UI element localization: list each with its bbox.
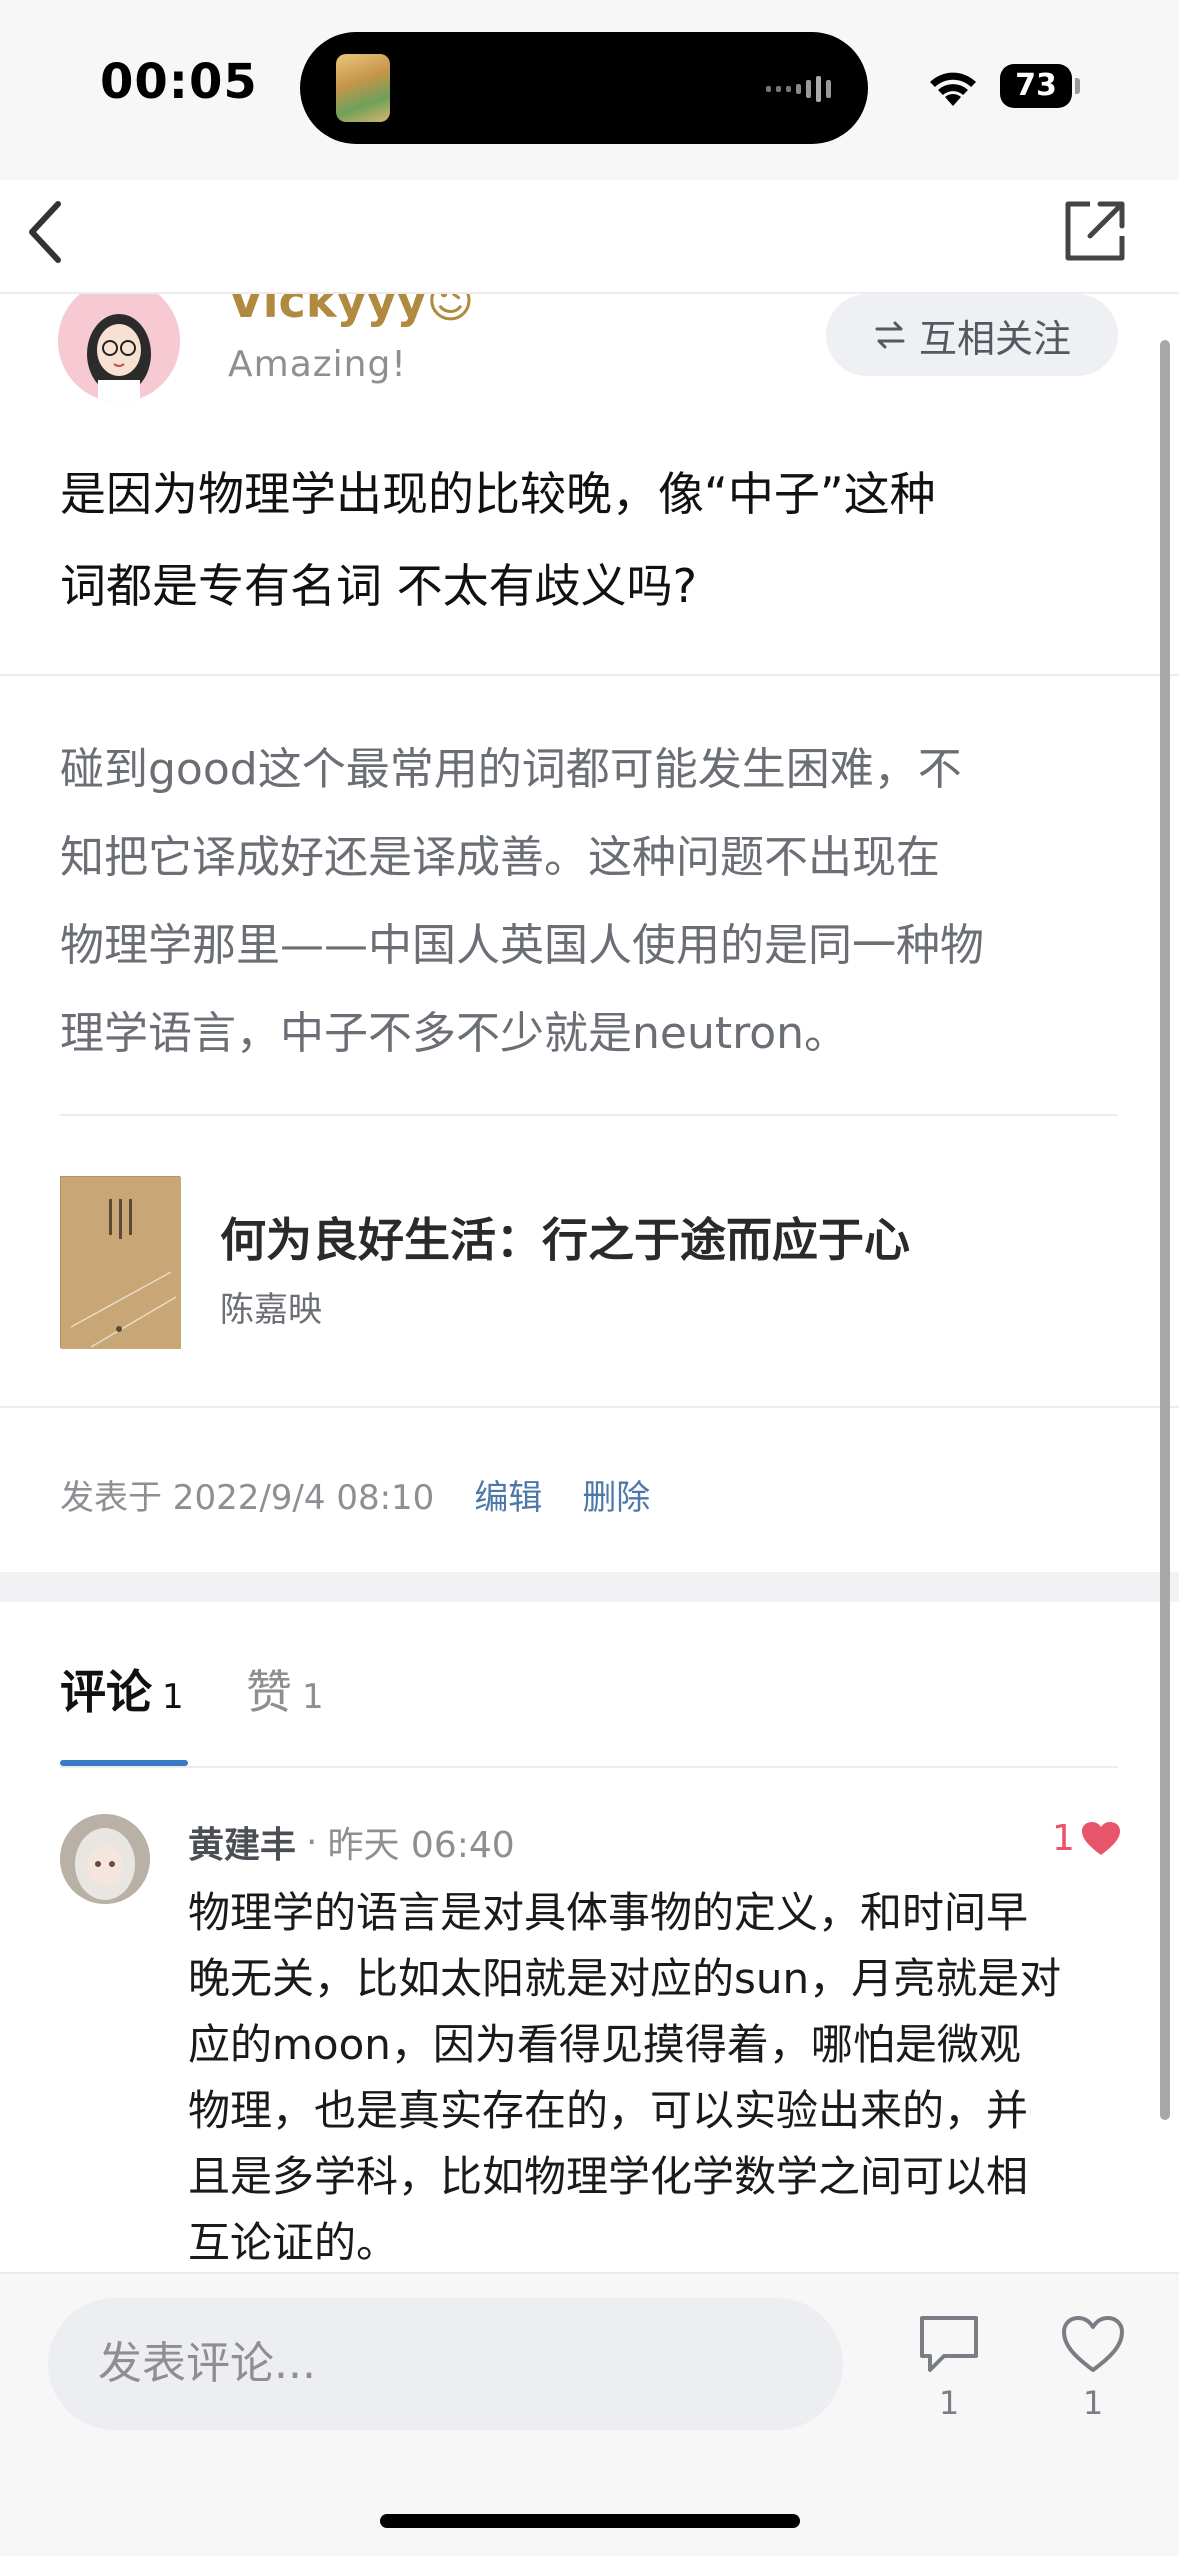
audio-waveform-icon	[766, 76, 831, 102]
book-title[interactable]: 何为良好生活：行之于途而应于心	[220, 1204, 910, 1270]
comment-input[interactable]: 发表评论...	[48, 2298, 843, 2430]
swap-arrows-icon	[875, 321, 905, 349]
comment-like-count: 1	[1052, 1818, 1075, 1859]
scrollbar[interactable]	[1160, 340, 1170, 2120]
book-divider	[0, 1406, 1179, 1408]
like-count: 1	[1082, 2384, 1104, 2422]
question-line: 是因为物理学出现的比较晚，像“中子”这种	[60, 467, 936, 521]
comment-header: 黄建丰 · 昨天 06:40	[188, 1816, 515, 1868]
back-chevron-icon[interactable]	[18, 192, 78, 272]
comment-time: 昨天 06:40	[327, 1825, 515, 1866]
tab-comments-label: 评论	[60, 1665, 152, 1719]
tab-likes-count: 1	[302, 1677, 324, 1717]
quote-line: 碰到good这个最常用的词都可能发生困难，不	[60, 744, 962, 795]
heart-outline-icon[interactable]	[1058, 2312, 1128, 2376]
commenter-avatar[interactable]	[60, 1814, 150, 1904]
dynamic-island[interactable]	[300, 32, 868, 144]
tab-comments[interactable]: 评论 1	[60, 1656, 184, 1722]
battery-indicator: 73	[1000, 64, 1080, 108]
quote-line: 理学语言，中子不多不少就是neutron。	[60, 1008, 849, 1059]
author-avatar[interactable]	[58, 294, 180, 402]
author-signature: Amazing!	[228, 344, 407, 385]
question-line: 词都是专有名词 不太有歧义吗?	[60, 559, 698, 613]
tab-likes[interactable]: 赞1	[246, 1656, 324, 1722]
comment-line: 且是多学科，比如物理学化学数学之间可以相	[188, 2152, 1029, 2201]
section-divider	[0, 674, 1179, 676]
battery-level: 73	[1015, 68, 1057, 103]
book-author[interactable]: 陈嘉映	[220, 1282, 322, 1331]
comment-line: 互论证的。	[188, 2218, 399, 2267]
book-cover[interactable]	[60, 1176, 181, 1349]
post-meta: 发表于 2022/9/4 08:10 编辑 删除	[60, 1470, 650, 1519]
comment-separator: ·	[306, 1821, 318, 1863]
comment-count: 1	[938, 2384, 960, 2422]
quote-line: 物理学那里——中国人英国人使用的是同一种物	[60, 920, 984, 971]
tab-likes-label: 赞	[246, 1665, 292, 1719]
tabs-divider	[60, 1766, 1118, 1768]
author-avatar-illustration	[58, 294, 180, 402]
comment-line: 物理学的语言是对具体事物的定义，和时间早	[188, 1888, 1029, 1937]
edit-link[interactable]: 编辑	[474, 1470, 542, 1519]
comment-text: 物理学的语言是对具体事物的定义，和时间早 晚无关，比如太阳就是对应的sun，月亮…	[188, 1880, 1123, 2276]
status-bar: 00:05 73	[0, 0, 1179, 180]
home-indicator[interactable]	[380, 2514, 800, 2528]
now-playing-artwork[interactable]	[336, 54, 390, 122]
comment-line: 物理，也是真实存在的，可以实验出来的，并	[188, 2086, 1029, 2135]
publish-time: 发表于 2022/9/4 08:10	[60, 1478, 435, 1518]
tab-comments-count: 1	[162, 1677, 184, 1717]
book-cover-art	[61, 1177, 181, 1349]
wifi-icon	[930, 72, 976, 106]
status-time: 00:05	[100, 54, 258, 110]
share-external-icon[interactable]	[1060, 196, 1130, 266]
quote-line: 知把它译成好还是译成善。这种问题不出现在	[60, 832, 940, 883]
quote-divider	[60, 1114, 1118, 1116]
comment-bubble-icon[interactable]	[914, 2312, 984, 2376]
book-quote: 碰到good这个最常用的词都可能发生困难，不 知把它译成好还是译成善。这种问题不…	[60, 726, 1122, 1078]
commenter-avatar-illustration	[60, 1814, 150, 1904]
comment-line: 应的moon，因为看得见摸得着，哪怕是微观	[188, 2020, 1021, 2069]
author-name[interactable]: Vickyyy😉	[228, 294, 474, 328]
comment-line: 晚无关，比如太阳就是对应的sun，月亮就是对	[188, 1954, 1062, 2003]
mutual-follow-label: 互相关注	[918, 316, 1071, 361]
comment-like-button[interactable]: 1	[1052, 1818, 1121, 1859]
commenter-name[interactable]: 黄建丰	[188, 1816, 296, 1868]
post-question: 是因为物理学出现的比较晚，像“中子”这种 词都是专有名词 不太有歧义吗?	[60, 448, 1130, 632]
mutual-follow-button[interactable]: 互相关注	[826, 294, 1118, 376]
heart-filled-icon	[1081, 1821, 1120, 1855]
delete-link[interactable]: 删除	[582, 1470, 650, 1519]
section-separator	[0, 1572, 1179, 1602]
